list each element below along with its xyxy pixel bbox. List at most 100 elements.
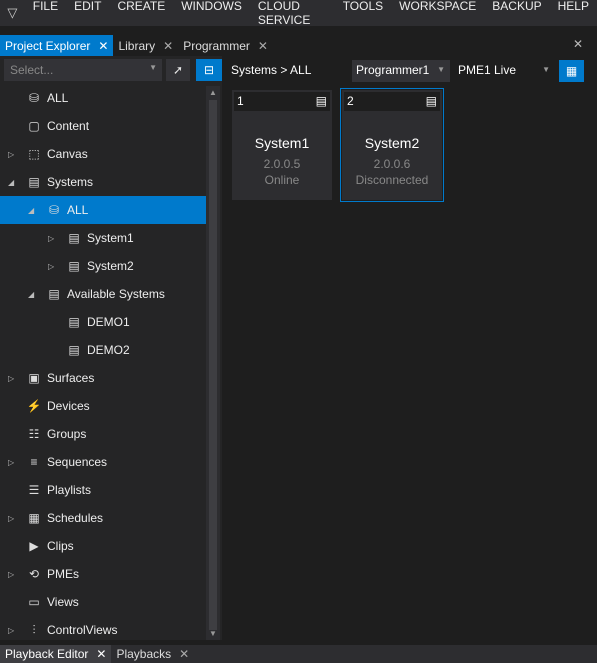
tree-item[interactable]: ◢ ▤ Available Systems	[0, 280, 206, 308]
expand-arrow-icon[interactable]: ▷	[8, 458, 14, 467]
tree-item[interactable]: ▢ Content	[0, 112, 206, 140]
tree-item[interactable]: ▶ Clips	[0, 532, 206, 560]
menu-cloud-service[interactable]: CLOUD SERVICE	[250, 0, 335, 27]
server-icon: ▤	[68, 343, 80, 357]
chevron-down-icon: ▼	[437, 65, 445, 74]
close-icon[interactable]: ✕	[98, 39, 108, 53]
tree-item-label: Canvas	[47, 147, 88, 161]
tree-item[interactable]: ▷ ▦ Schedules	[0, 504, 206, 532]
expand-arrow-icon[interactable]: ▷	[48, 262, 54, 271]
pme-value: PME1 Live	[458, 63, 517, 77]
card-id: 2	[347, 94, 354, 108]
expanded-arrow-icon[interactable]: ◢	[8, 178, 14, 187]
tree-item-label: System1	[87, 231, 134, 245]
menu-help[interactable]: HELP	[550, 0, 597, 27]
tree-item[interactable]: ◢ ⛁ ALL	[0, 196, 206, 224]
expand-arrow-icon[interactable]: ▷	[8, 374, 14, 383]
server-icon: ▤	[68, 259, 80, 273]
views-icon: ▭	[28, 595, 40, 609]
close-icon[interactable]: ✕	[179, 647, 189, 661]
tree-item[interactable]: ⛁ ALL	[0, 84, 206, 112]
tab-label: Project Explorer	[5, 38, 91, 53]
expand-arrow-icon[interactable]: ▷	[8, 514, 14, 523]
close-panel-icon[interactable]: ✕	[573, 37, 583, 51]
tree-view-button[interactable]: ⊟	[196, 59, 222, 81]
tree-item-label: Devices	[47, 399, 90, 413]
programmer-dropdown[interactable]: Programmer1 ▼	[352, 60, 450, 82]
grid-view-button[interactable]: ▦	[559, 60, 584, 82]
tree-item[interactable]: ▷ ⬚ Canvas	[0, 140, 206, 168]
bottom-tab[interactable]: Playback Editor ✕	[0, 645, 112, 663]
pointer-button[interactable]: ➚	[166, 59, 190, 81]
server-icon: ▤	[48, 287, 60, 301]
surface-icon: ▣	[28, 371, 40, 385]
project-explorer: Select... ▼ ➚ ⊟ ⛁ ALL ▢ Content ▷ ⬚ Canvas ◢ ▤ Sys…	[0, 56, 222, 640]
tree-item-label: Views	[47, 595, 79, 609]
system-card[interactable]: 2 ▤ System2 2.0.0.6 Disconnected	[340, 88, 444, 202]
tab-project-explorer[interactable]: Project Explorer ✕	[0, 35, 114, 56]
close-icon[interactable]: ✕	[163, 39, 173, 53]
tree-item[interactable]: ▷ ▤ System2	[0, 252, 206, 280]
menu-bar: ▽ FILE EDIT CREATE WINDOWS CLOUD SERVICE TOOL…	[0, 0, 597, 27]
tree-item-label: Systems	[47, 175, 94, 189]
scroll-up-icon[interactable]: ▲	[209, 88, 217, 97]
scroll-down-icon[interactable]: ▼	[209, 629, 217, 638]
scroll-thumb[interactable]	[209, 100, 217, 630]
tree-item[interactable]: ▷ ⟲ PMEs	[0, 560, 206, 588]
chevron-down-icon: ▼	[542, 65, 550, 74]
bottom-tab[interactable]: Playbacks ✕	[111, 645, 194, 663]
app-logo-icon: ▽	[7, 5, 18, 20]
database-icon: ⛁	[28, 91, 40, 105]
close-icon[interactable]: ✕	[96, 647, 106, 661]
tree-item[interactable]: ☰ Playlists	[0, 476, 206, 504]
menu-tools[interactable]: TOOLS	[335, 0, 391, 27]
tree-item[interactable]: ▤ DEMO2	[0, 336, 206, 364]
expand-arrow-icon[interactable]: ▷	[8, 150, 14, 159]
tree-item[interactable]: ▤ DEMO1	[0, 308, 206, 336]
menu-backup[interactable]: BACKUP	[484, 0, 549, 27]
tree-item[interactable]: ▭ Views	[0, 588, 206, 616]
card-name: System2	[364, 135, 420, 151]
pme-dropdown[interactable]: PME1 Live ▼	[454, 60, 555, 82]
menu-create[interactable]: CREATE	[109, 0, 173, 27]
menu-file[interactable]: FILE	[25, 0, 66, 27]
select-dropdown[interactable]: Select... ▼	[4, 59, 162, 81]
sliders-icon: ⫶	[32, 622, 36, 637]
tree-item[interactable]: ▷ ≡ Sequences	[0, 448, 206, 476]
tree-item[interactable]: ▷ ▤ System1	[0, 224, 206, 252]
expand-arrow-icon[interactable]: ▷	[48, 234, 54, 243]
expand-arrow-icon[interactable]: ▷	[8, 570, 14, 579]
expanded-arrow-icon[interactable]: ◢	[28, 206, 34, 215]
programmer-value: Programmer1	[356, 63, 430, 77]
pme-icon: ⟲	[28, 567, 40, 581]
tab-label: Playbacks	[116, 647, 172, 661]
tab-library[interactable]: Library ✕	[113, 35, 178, 56]
menu-windows[interactable]: WINDOWS	[173, 0, 250, 27]
close-icon[interactable]: ✕	[258, 39, 268, 53]
plug-icon: ⚡	[26, 399, 42, 413]
systems-view: Systems > ALL Programmer1 ▼ PME1 Live ▼ ▦ …	[228, 56, 587, 640]
server-icon: ▤	[28, 175, 40, 189]
tree-item[interactable]: ▷ ▣ Surfaces	[0, 364, 206, 392]
system-card[interactable]: 1 ▤ System1 2.0.0.5 Online	[232, 90, 332, 200]
menu-workspace[interactable]: WORKSPACE	[391, 0, 484, 27]
server-icon: ▤	[315, 94, 327, 108]
card-version: 2.0.0.5	[263, 157, 301, 171]
tree-item[interactable]: ◢ ▤ Systems	[0, 168, 206, 196]
tree-icon: ⊟	[203, 63, 215, 77]
card-id: 1	[237, 94, 244, 108]
server-icon: ▤	[68, 231, 80, 245]
tree-item[interactable]: ⚡ Devices	[0, 392, 206, 420]
grid-icon: ▦	[565, 64, 578, 78]
cursor-icon: ➚	[172, 63, 184, 77]
tree-item[interactable]: ☷ Groups	[0, 420, 206, 448]
tree-item[interactable]: ▷ ⫶ ControlViews	[0, 616, 206, 644]
tab-programmer[interactable]: Programmer ✕	[178, 35, 273, 56]
expand-arrow-icon[interactable]: ▷	[8, 626, 14, 635]
tree-item-label: Surfaces	[47, 371, 95, 385]
menu-edit[interactable]: EDIT	[66, 0, 109, 27]
tree-scrollbar[interactable]: ▲ ▼	[206, 86, 220, 640]
tree-item-label: Schedules	[47, 511, 104, 525]
playlist-icon: ☰	[28, 483, 40, 497]
expanded-arrow-icon[interactable]: ◢	[28, 290, 34, 299]
